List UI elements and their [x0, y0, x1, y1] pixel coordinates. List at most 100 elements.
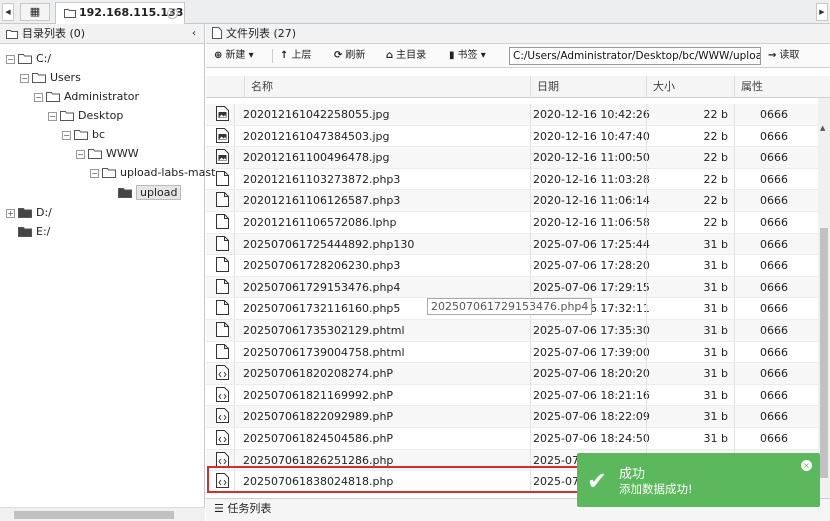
file-attr: 0666 — [760, 388, 788, 402]
tree-toggle-icon[interactable]: − — [90, 169, 99, 178]
folder-icon — [60, 109, 74, 127]
toast-close-icon[interactable]: × — [801, 460, 812, 471]
tab-bar: ◀ ▦ 192.168.115.133 ⊗ ▶ — [0, 0, 830, 24]
tree-node-label: D:/ — [36, 206, 52, 219]
file-row[interactable]: 202012161106572086.lphp 2020-12-16 11:06:… — [206, 212, 818, 234]
header-size[interactable]: 大小 — [646, 76, 734, 98]
header-attr[interactable]: 属性 — [734, 76, 830, 98]
file-size: 31 b — [703, 345, 728, 359]
file-row[interactable]: 202507061820208274.phP 2025-07-06 18:20:2… — [206, 363, 818, 385]
file-name: 202507061729153476.php4 — [243, 280, 401, 294]
file-size: 31 b — [703, 410, 728, 424]
tree-node[interactable]: upload — [106, 184, 182, 204]
tree-toggle-icon[interactable]: − — [48, 112, 57, 121]
folder-icon — [118, 186, 132, 204]
code-file-icon — [216, 430, 229, 451]
tree-node[interactable]: − Administrator — [34, 88, 139, 106]
file-attr: 0666 — [760, 432, 788, 445]
file-icon — [216, 257, 229, 278]
scrollbar-thumb[interactable] — [820, 228, 828, 478]
tree-node[interactable]: − upload-labs-mast — [90, 164, 215, 182]
tree-toggle-icon[interactable]: + — [6, 209, 15, 218]
file-row[interactable]: 202012161042258055.jpg 2020-12-16 10:42:2… — [206, 104, 818, 126]
tab-host[interactable]: 192.168.115.133 ⊗ — [55, 2, 185, 24]
tree-node[interactable]: E:/ — [6, 223, 50, 241]
tree-toggle-icon[interactable]: − — [76, 150, 85, 159]
file-date: 2025-07-06 18:21:16 — [533, 388, 650, 402]
file-date: 2025-07-06 17:29:15 — [533, 280, 650, 294]
home-button[interactable]: ⌂ 主目录 — [386, 48, 426, 64]
file-name: 202012161100496478.jpg — [243, 151, 390, 165]
file-icon — [212, 26, 222, 46]
file-vertical-scrollbar[interactable]: ▲ — [818, 98, 830, 502]
file-table-header: 名称 日期 大小 属性 — [206, 76, 830, 98]
file-attr: 0666 — [760, 259, 788, 273]
file-size: 31 b — [703, 388, 728, 402]
file-row[interactable]: 202012161106126587.php3 2020-12-16 11:06:… — [206, 190, 818, 212]
file-name: 202012161103273872.php3 — [243, 172, 401, 186]
refresh-button[interactable]: ⟳ 刷新 — [334, 48, 365, 64]
file-attr: 0666 — [760, 194, 788, 208]
tree-node[interactable]: + D:/ — [6, 204, 52, 222]
file-row[interactable]: 202012161047384503.jpg 2020-12-16 10:47:4… — [206, 125, 818, 148]
file-attr: 0666 — [760, 324, 788, 337]
file-row[interactable]: 202507061739004758.phtml 2025-07-06 17:39… — [206, 341, 818, 364]
file-attr: 0666 — [760, 108, 788, 121]
tree-node[interactable]: − Users — [20, 69, 81, 87]
file-icon — [216, 192, 229, 213]
file-row[interactable]: 202012161103273872.php3 2020-12-16 11:03:… — [206, 168, 818, 191]
file-row[interactable]: 202507061728206230.php3 2025-07-06 17:28:… — [206, 255, 818, 277]
file-row[interactable]: 202507061735302129.phtml 2025-07-06 17:35… — [206, 320, 818, 342]
tree-toggle-icon[interactable]: − — [34, 93, 43, 102]
file-size: 31 b — [703, 432, 728, 445]
tree-node-label: Desktop — [78, 109, 124, 122]
file-size: 31 b — [703, 367, 728, 381]
tree-toggle-icon[interactable]: − — [62, 131, 71, 140]
file-date: 2020-12-16 11:03:28 — [533, 172, 650, 186]
up-button[interactable]: ↑ 上层 — [280, 48, 311, 64]
folder-icon — [46, 90, 60, 108]
file-attr: 0666 — [760, 216, 788, 229]
tree-node[interactable]: − bc — [62, 126, 105, 144]
folder-icon — [64, 5, 76, 25]
tree-node[interactable]: − WWW — [76, 145, 139, 163]
scrollbar-thumb[interactable] — [14, 511, 174, 519]
file-row[interactable]: 202507061822092989.phP 2025-07-06 18:22:0… — [206, 406, 818, 428]
header-name[interactable]: 名称 — [244, 76, 530, 98]
header-date[interactable]: 日期 — [530, 76, 646, 98]
file-attr: 0666 — [760, 280, 788, 294]
file-name: 202012161047384503.jpg — [243, 129, 390, 143]
bookmark-button[interactable]: ▮ 书签 ▾ — [449, 48, 486, 64]
file-panel-header: 文件列表 (27) — [206, 24, 830, 44]
folder-icon — [18, 52, 32, 70]
file-icon — [216, 322, 229, 343]
read-button[interactable]: → 读取 — [768, 48, 799, 64]
file-row[interactable]: 202507061824504586.phP 2025-07-06 18:24:5… — [206, 428, 818, 450]
tree-node[interactable]: − C:/ — [6, 50, 51, 68]
file-row[interactable]: 202012161100496478.jpg 2020-12-16 11:00:5… — [206, 147, 818, 169]
file-date: 2020-12-16 10:42:26 — [533, 108, 650, 121]
file-name: 202507061732116160.php5 — [243, 302, 401, 316]
collapse-panel-icon[interactable]: ‹ — [192, 24, 196, 44]
file-size: 22 b — [703, 108, 728, 121]
tab-scroll-left-button[interactable]: ◀ — [2, 3, 14, 21]
file-row[interactable]: 202507061821169992.phP 2025-07-06 18:21:1… — [206, 384, 818, 407]
tab-close-icon[interactable]: ⊗ — [167, 8, 178, 19]
file-row[interactable]: 202507061725444892.php130 2025-07-06 17:2… — [206, 233, 818, 256]
file-size: 22 b — [703, 151, 728, 165]
file-attr: 0666 — [760, 410, 788, 424]
tree-toggle-icon[interactable]: − — [6, 55, 15, 64]
new-button[interactable]: ⊕ 新建 ▾ — [214, 48, 254, 64]
grid-menu-icon[interactable]: ▦ — [20, 3, 50, 21]
tree-horizontal-scrollbar[interactable] — [0, 507, 205, 521]
scroll-up-icon[interactable]: ▲ — [820, 124, 825, 132]
file-row[interactable]: 202507061729153476.php4 2025-07-06 17:29:… — [206, 276, 818, 299]
plus-icon: ⊕ — [214, 50, 223, 61]
image-file-icon — [216, 149, 229, 170]
tab-scroll-right-button[interactable]: ▶ — [816, 3, 828, 21]
tree-toggle-icon[interactable]: − — [20, 74, 29, 83]
file-attr: 0666 — [760, 172, 788, 186]
tree-node[interactable]: − Desktop — [48, 107, 123, 125]
path-input[interactable] — [509, 47, 761, 65]
folder-icon — [18, 206, 32, 224]
